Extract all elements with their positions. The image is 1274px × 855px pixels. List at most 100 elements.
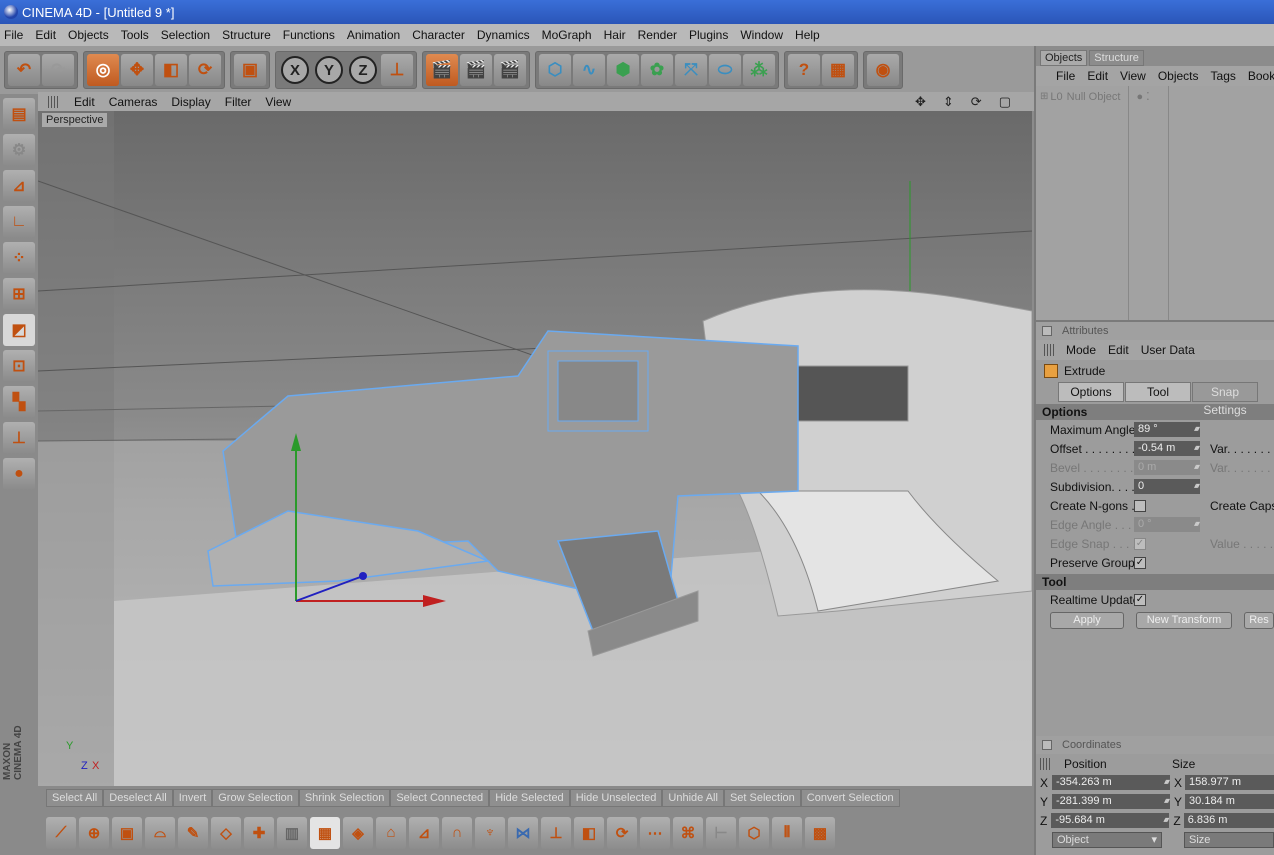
extrude-tool-icon[interactable]: ▦ bbox=[310, 816, 340, 849]
menu-structure[interactable]: Structure bbox=[222, 28, 271, 42]
menu-objects[interactable]: Objects bbox=[68, 28, 109, 42]
plane-cut-icon[interactable]: ◇ bbox=[211, 816, 241, 849]
menu-mograph[interactable]: MoGraph bbox=[542, 28, 592, 42]
perspective-viewport[interactable]: Perspective Y Z X bbox=[38, 111, 1032, 786]
redo-icon[interactable]: ↷ bbox=[42, 54, 74, 86]
bridge-icon[interactable]: ⌓ bbox=[145, 816, 175, 849]
zoom-icon[interactable]: ⇕ bbox=[943, 94, 957, 109]
objects-menu-objects[interactable]: Objects bbox=[1158, 69, 1199, 83]
position-x-field[interactable]: -354.263 m bbox=[1052, 774, 1171, 790]
select-all-button[interactable]: Select All bbox=[46, 789, 104, 807]
list-item[interactable]: ⊞ L0 Null Object ● ⁚ bbox=[1040, 90, 1150, 104]
knife-icon[interactable]: ⟋ bbox=[46, 816, 76, 849]
iron-icon[interactable]: ⟳ bbox=[607, 816, 637, 849]
menu-functions[interactable]: Functions bbox=[283, 28, 335, 42]
edge-snap-checkbox[interactable]: ✓ bbox=[1134, 537, 1146, 550]
edge-cut-icon[interactable]: ⌘ bbox=[673, 816, 703, 849]
viewport-menu-filter[interactable]: Filter bbox=[225, 95, 252, 109]
object-name[interactable]: Null Object bbox=[1067, 91, 1121, 103]
triangulate-icon[interactable]: ⬡ bbox=[739, 816, 769, 849]
viewport-menu-edit[interactable]: Edit bbox=[74, 95, 95, 109]
panel-toggle-icon[interactable] bbox=[1042, 740, 1052, 750]
subdivision-field[interactable]: 0 bbox=[1134, 478, 1200, 494]
axis-icon[interactable]: ∟ bbox=[3, 206, 35, 238]
model-icon[interactable]: ▤ bbox=[3, 98, 35, 130]
set-point-icon[interactable]: ⊥ bbox=[541, 816, 571, 849]
unhide-all-button[interactable]: Unhide All bbox=[662, 789, 724, 807]
model-object-icon[interactable]: ▣ bbox=[234, 54, 266, 86]
cube-icon[interactable]: ⬡ bbox=[539, 54, 571, 86]
rotate-icon[interactable]: ⟳ bbox=[189, 54, 221, 86]
matrix-icon[interactable]: ▥ bbox=[277, 816, 307, 849]
menu-selection[interactable]: Selection bbox=[161, 28, 210, 42]
polygons-icon[interactable]: ◩ bbox=[3, 314, 35, 346]
bevel-icon[interactable]: ⌂ bbox=[376, 816, 406, 849]
maximize-icon[interactable]: ▢ bbox=[999, 94, 1014, 109]
undo-icon[interactable]: ↶ bbox=[8, 54, 40, 86]
split-icon[interactable]: ⊢ bbox=[706, 816, 736, 849]
magnet-icon[interactable]: ∩ bbox=[442, 816, 472, 849]
objects-menu-bookmarks[interactable]: Book bbox=[1248, 69, 1274, 83]
pan-icon[interactable]: ✥ bbox=[915, 94, 929, 109]
y-axis-lock-button[interactable]: Y bbox=[313, 54, 345, 86]
objects-menu-file[interactable]: File bbox=[1056, 69, 1075, 83]
live-selection-icon[interactable]: ◎ bbox=[87, 54, 119, 86]
attributes-menu-edit[interactable]: Edit bbox=[1108, 343, 1129, 357]
tab-objects[interactable]: Objects bbox=[1040, 50, 1088, 66]
points-icon[interactable]: ⁘ bbox=[3, 242, 35, 274]
add-points-icon[interactable]: ⊕ bbox=[79, 816, 109, 849]
extrude-icon[interactable]: ▣ bbox=[112, 816, 142, 849]
menu-render[interactable]: Render bbox=[638, 28, 677, 42]
table-icon[interactable]: ▦ bbox=[822, 54, 854, 86]
invert-button[interactable]: Invert bbox=[172, 789, 213, 807]
align-icon[interactable]: ⫴ bbox=[772, 816, 802, 849]
extrude-inner-icon[interactable]: ◈ bbox=[343, 816, 373, 849]
coordinate-mode-dropdown[interactable]: Object ▾ bbox=[1052, 831, 1162, 848]
uv-icon[interactable]: ⊡ bbox=[3, 350, 35, 382]
menu-window[interactable]: Window bbox=[740, 28, 783, 42]
texture-icon[interactable]: ⚙ bbox=[3, 134, 35, 166]
menu-hair[interactable]: Hair bbox=[604, 28, 626, 42]
move-icon[interactable]: ✥ bbox=[121, 54, 153, 86]
bevel-field[interactable]: 0 m bbox=[1134, 459, 1200, 475]
array-icon[interactable]: ✿ bbox=[641, 54, 673, 86]
object-list[interactable]: ⊞ L0 Null Object ● ⁚ bbox=[1036, 86, 1274, 322]
x-axis-lock-button[interactable]: X bbox=[279, 54, 311, 86]
menu-tools[interactable]: Tools bbox=[121, 28, 149, 42]
menu-character[interactable]: Character bbox=[412, 28, 465, 42]
shrink-selection-button[interactable]: Shrink Selection bbox=[298, 789, 391, 807]
mirror-icon[interactable]: ⋈ bbox=[508, 816, 538, 849]
viewport-menu-view[interactable]: View bbox=[265, 95, 291, 109]
position-y-field[interactable]: -281.399 m bbox=[1052, 793, 1171, 809]
add-icon[interactable]: ✚ bbox=[244, 816, 274, 849]
checker-icon[interactable]: ▚ bbox=[3, 386, 35, 418]
orbit-icon[interactable]: ⟳ bbox=[971, 94, 985, 109]
coordinate-system-icon[interactable]: ⊥ bbox=[381, 54, 413, 86]
smooth-shift-icon[interactable]: ⊿ bbox=[409, 816, 439, 849]
object-axis-icon[interactable]: ⊿ bbox=[3, 170, 35, 202]
grip-icon[interactable] bbox=[48, 95, 60, 108]
menu-edit[interactable]: Edit bbox=[35, 28, 56, 42]
web-icon[interactable]: ◉ bbox=[867, 54, 899, 86]
tab-snap-settings[interactable]: Snap Settings bbox=[1192, 382, 1258, 417]
render-picture-viewer-icon[interactable]: 🎬 bbox=[460, 54, 492, 86]
set-selection-button[interactable]: Set Selection bbox=[723, 789, 801, 807]
objects-menu-tags[interactable]: Tags bbox=[1211, 69, 1236, 83]
paint-icon[interactable]: ● bbox=[3, 458, 35, 490]
menu-plugins[interactable]: Plugins bbox=[689, 28, 728, 42]
attributes-menu-user-data[interactable]: User Data bbox=[1141, 343, 1195, 357]
deformer-icon[interactable]: ⤧ bbox=[675, 54, 707, 86]
spline-icon[interactable]: ∿ bbox=[573, 54, 605, 86]
grip-icon[interactable] bbox=[1040, 757, 1050, 770]
offset-field[interactable]: -0.54 m bbox=[1134, 440, 1200, 456]
menu-animation[interactable]: Animation bbox=[347, 28, 400, 42]
menu-file[interactable]: File bbox=[4, 28, 23, 42]
tab-tool[interactable]: Tool bbox=[1125, 382, 1191, 402]
objects-menu-edit[interactable]: Edit bbox=[1087, 69, 1108, 83]
deselect-all-button[interactable]: Deselect All bbox=[103, 789, 173, 807]
viewport-menu-display[interactable]: Display bbox=[171, 95, 210, 109]
particles-icon[interactable]: ⁂ bbox=[743, 54, 775, 86]
hide-unselected-button[interactable]: Hide Unselected bbox=[569, 789, 663, 807]
select-connected-button[interactable]: Select Connected bbox=[390, 789, 490, 807]
tab-structure[interactable]: Structure bbox=[1089, 50, 1144, 66]
